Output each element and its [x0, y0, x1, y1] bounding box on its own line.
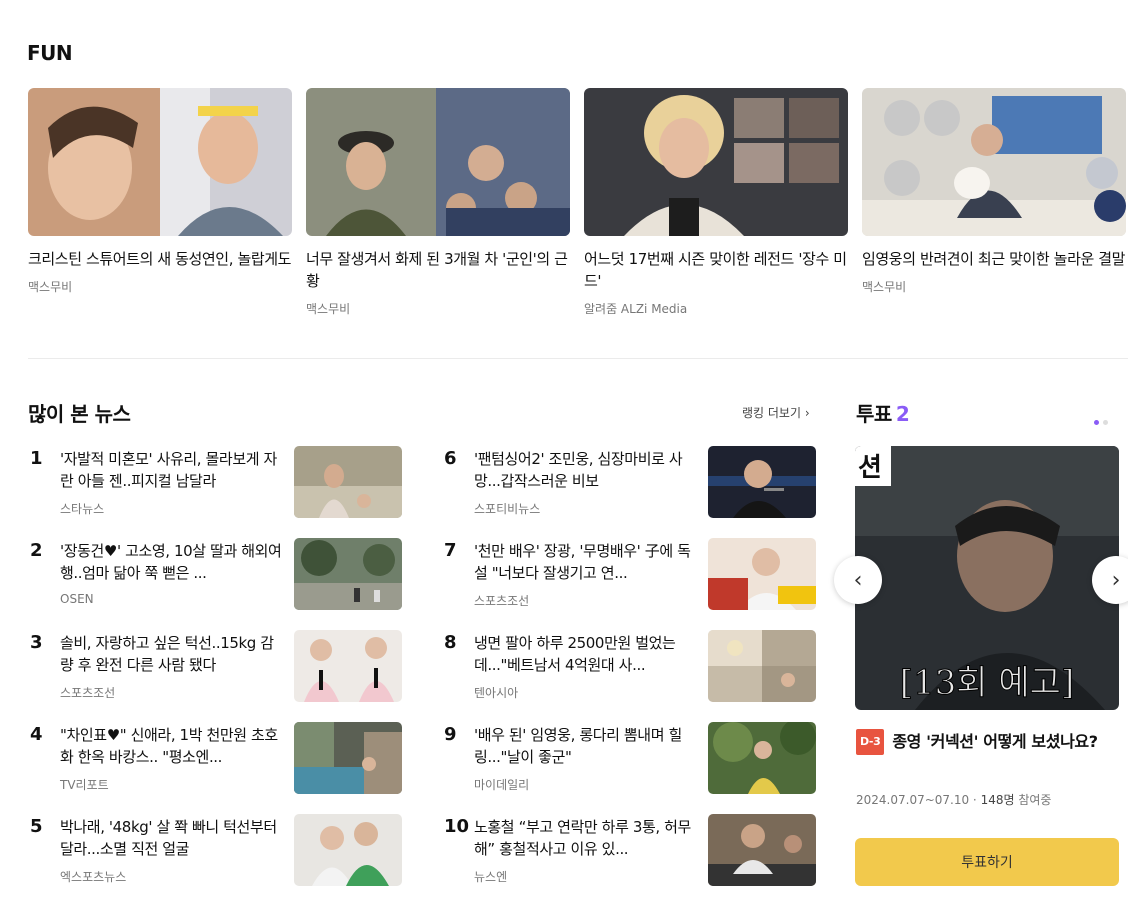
news-source: OSEN: [60, 592, 94, 606]
vote-question[interactable]: D-3 종영 '커넥션' 어떻게 보셨나요?: [856, 729, 1120, 755]
news-item-2[interactable]: 2 '장동건♥' 고소영, 10살 딸과 해외여행..엄마 닮아 쭉 뻗은 ..…: [30, 538, 402, 612]
news-source: 스포티비뉴스: [474, 502, 541, 516]
news-item-9[interactable]: 9 '배우 된' 임영웅, 롱다리 뽐내며 힐링..."날이 좋군" 마이데일리: [444, 722, 816, 796]
news-thumbnail[interactable]: [294, 722, 402, 794]
news-rank: 1: [30, 448, 43, 469]
news-thumbnail[interactable]: [294, 538, 402, 610]
news-source: 스타뉴스: [60, 502, 105, 516]
news-item-3[interactable]: 3 솔비, 자랑하고 싶은 턱선..15kg 감량 후 완전 다른 사람 됐다 …: [30, 630, 402, 704]
carousel-dot-active[interactable]: [1094, 420, 1099, 425]
fun-thumbnail[interactable]: [28, 88, 292, 236]
fun-thumbnail[interactable]: [862, 88, 1126, 236]
ranking-more-link[interactable]: 랭킹 더보기 ›: [742, 404, 810, 421]
news-thumbnail[interactable]: [708, 722, 816, 794]
dday-badge: D-3: [856, 729, 885, 755]
fun-caption[interactable]: 너무 잘생겨서 화제 된 3개월 차 '군인'의 근황: [306, 248, 570, 292]
news-item-10[interactable]: 10 노홍철 “부고 연락만 하루 3통, 허무해” 홍철적사고 이유 있...…: [444, 814, 816, 888]
news-rank: 4: [30, 724, 43, 745]
chevron-right-icon: ›: [1111, 567, 1121, 593]
vote-period: 2024.07.07~07.10 ·: [856, 793, 981, 807]
news-item-4[interactable]: 4 "차인표♥" 신애라, 1박 천만원 초호화 한옥 바캉스.. "평소엔..…: [30, 722, 402, 796]
news-thumbnail[interactable]: [708, 446, 816, 518]
news-source: TV리포트: [60, 778, 109, 792]
news-rank: 3: [30, 632, 43, 653]
news-source: 스포츠조선: [60, 686, 116, 700]
news-rank: 8: [444, 632, 457, 653]
vote-button[interactable]: 투표하기: [855, 838, 1119, 886]
news-headline[interactable]: '장동건♥' 고소영, 10살 딸과 해외여행..엄마 닮아 쭉 뻗은 ...: [60, 540, 282, 584]
fun-source: 맥스무비: [306, 302, 351, 316]
news-headline[interactable]: 냉면 팔아 하루 2500만원 벌었는데..."베트남서 4억원대 사...: [474, 632, 696, 676]
fun-source: 맥스무비: [862, 280, 907, 294]
fun-section-title: FUN: [27, 41, 73, 65]
news-thumbnail[interactable]: [708, 538, 816, 610]
news-section-title: 많이 본 뉴스: [28, 402, 131, 426]
news-item-7[interactable]: 7 '천만 배우' 장광, '무명배우' 子에 독설 "너보다 잘생기고 연..…: [444, 538, 816, 612]
news-item-6[interactable]: 6 '팬텀싱어2' 조민웅, 심장마비로 사망...갑작스러운 비보 스포티비뉴…: [444, 446, 816, 520]
carousel-dots: [1094, 410, 1112, 429]
news-headline[interactable]: 솔비, 자랑하고 싶은 턱선..15kg 감량 후 완전 다른 사람 됐다: [60, 632, 282, 676]
fun-card-1[interactable]: 크리스틴 스튜어트의 새 동성연인, 놀랍게도 맥스무비: [28, 88, 292, 295]
fun-card-3[interactable]: 어느덧 17번째 시즌 맞이한 레전드 '장수 미드' 알려줌 ALZi Med…: [584, 88, 848, 317]
fun-card-4[interactable]: 임영웅의 반려견이 최근 맞이한 놀라운 결말 맥스무비: [862, 88, 1126, 295]
news-item-5[interactable]: 5 박나래, '48kg' 살 쫙 빠니 턱선부터 달라...소멸 직전 얼굴 …: [30, 814, 402, 888]
fun-source: 맥스무비: [28, 280, 73, 294]
news-rank: 10: [444, 816, 470, 837]
news-source: 뉴스엔: [474, 870, 508, 884]
fun-caption[interactable]: 임영웅의 반려견이 최근 맞이한 놀라운 결말: [862, 248, 1126, 270]
vote-image[interactable]: 션 [13회 예고]: [855, 446, 1119, 710]
chevron-left-icon: ‹: [853, 567, 863, 593]
news-headline[interactable]: 노홍철 “부고 연락만 하루 3통, 허무해” 홍철적사고 이유 있...: [474, 816, 696, 860]
news-source: 마이데일리: [474, 778, 530, 792]
news-rank: 7: [444, 540, 457, 561]
news-headline[interactable]: "차인표♥" 신애라, 1박 천만원 초호화 한옥 바캉스.. "평소엔...: [60, 724, 282, 768]
news-headline[interactable]: '배우 된' 임영웅, 롱다리 뽐내며 힐링..."날이 좋군": [474, 724, 696, 768]
news-thumbnail[interactable]: [294, 630, 402, 702]
vote-image-corner-text: 션: [858, 453, 882, 483]
news-thumbnail[interactable]: [708, 630, 816, 702]
news-thumbnail[interactable]: [294, 814, 402, 886]
vote-participants-suffix: 참여중: [1014, 793, 1052, 807]
news-source: 엑스포츠뉴스: [60, 870, 127, 884]
fun-source: 알려줌 ALZi Media: [584, 302, 688, 316]
news-source: 스포츠조선: [474, 594, 530, 608]
section-divider: [28, 358, 1128, 359]
carousel-dot[interactable]: [1103, 420, 1108, 425]
news-rank: 9: [444, 724, 457, 745]
news-item-1[interactable]: 1 '자발적 미혼모' 사유리, 몰라보게 자란 아들 젠..피지컬 남달라 스…: [30, 446, 402, 520]
news-headline[interactable]: '팬텀싱어2' 조민웅, 심장마비로 사망...갑작스러운 비보: [474, 448, 696, 492]
news-rank: 5: [30, 816, 43, 837]
fun-thumbnail[interactable]: [584, 88, 848, 236]
fun-caption[interactable]: 크리스틴 스튜어트의 새 동성연인, 놀랍게도: [28, 248, 292, 270]
news-thumbnail[interactable]: [294, 446, 402, 518]
vote-question-text[interactable]: 종영 '커넥션' 어떻게 보셨나요?: [892, 732, 1098, 751]
news-rank: 6: [444, 448, 457, 469]
news-item-8[interactable]: 8 냉면 팔아 하루 2500만원 벌었는데..."베트남서 4억원대 사...…: [444, 630, 816, 704]
fun-caption[interactable]: 어느덧 17번째 시즌 맞이한 레전드 '장수 미드': [584, 248, 848, 292]
vote-count: 2: [895, 402, 910, 426]
vote-section-title: 투표 2: [856, 398, 910, 427]
fun-thumbnail[interactable]: [306, 88, 570, 236]
news-rank: 2: [30, 540, 43, 561]
news-headline[interactable]: 박나래, '48kg' 살 쫙 빠니 턱선부터 달라...소멸 직전 얼굴: [60, 816, 282, 860]
carousel-prev-button[interactable]: ‹: [834, 556, 882, 604]
news-headline[interactable]: '자발적 미혼모' 사유리, 몰라보게 자란 아들 젠..피지컬 남달라: [60, 448, 282, 492]
fun-card-2[interactable]: 너무 잘생겨서 화제 된 3개월 차 '군인'의 근황 맥스무비: [306, 88, 570, 317]
vote-image-caption: [13회 예고]: [900, 663, 1074, 703]
news-headline[interactable]: '천만 배우' 장광, '무명배우' 子에 독설 "너보다 잘생기고 연...: [474, 540, 696, 584]
news-source: 텐아시아: [474, 686, 519, 700]
news-thumbnail[interactable]: [708, 814, 816, 886]
vote-meta: 2024.07.07~07.10 · 148명 참여중: [856, 791, 1051, 808]
vote-title-text: 투표: [856, 402, 892, 426]
vote-participants: 148명: [980, 793, 1015, 807]
